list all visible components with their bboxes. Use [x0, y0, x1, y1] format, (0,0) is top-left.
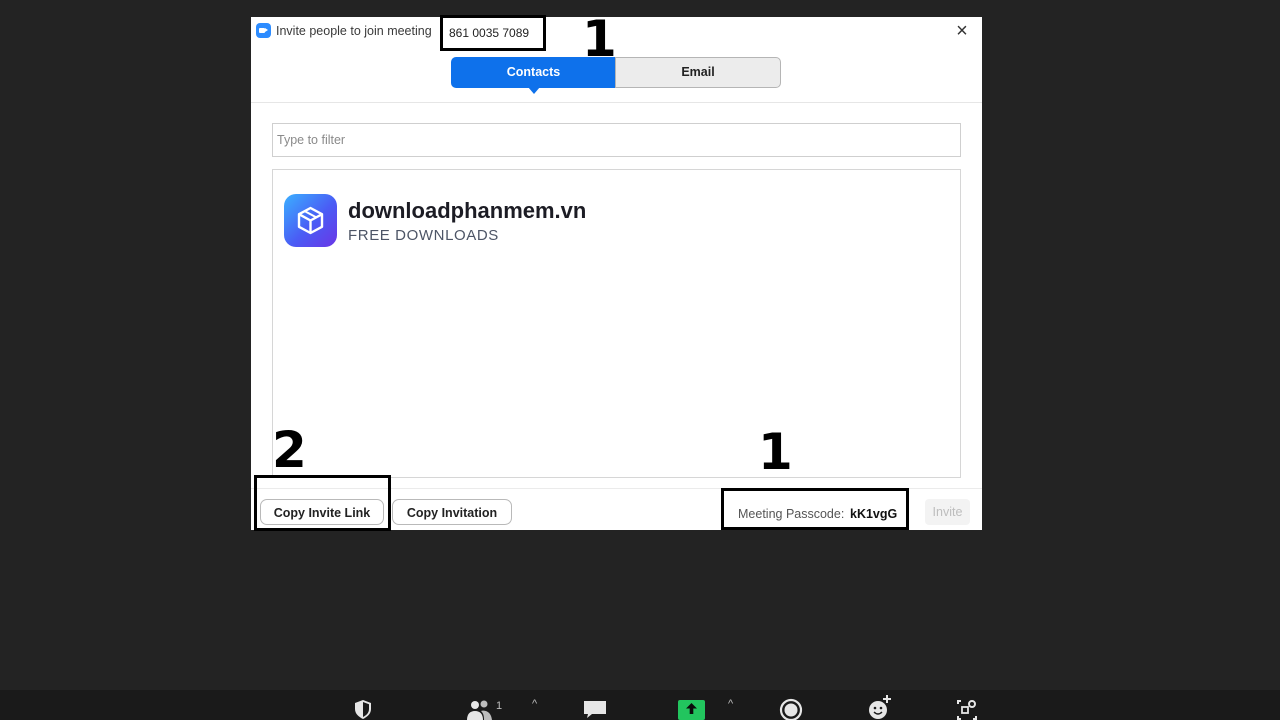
invite-button[interactable]: Invite — [925, 499, 970, 525]
participants-icon — [467, 700, 492, 720]
watermark-title: downloadphanmem.vn — [348, 198, 587, 223]
participants-caret[interactable]: ^ — [532, 698, 537, 710]
annotation-number-meeting-id: 1 — [582, 10, 617, 68]
security-shield-icon — [355, 700, 371, 719]
reactions-icon — [869, 695, 891, 719]
dialog-title: Invite people to join meeting — [276, 24, 432, 38]
share-screen-button[interactable] — [678, 690, 705, 720]
apps-button[interactable] — [955, 690, 979, 720]
chat-button[interactable] — [583, 690, 607, 720]
contacts-list[interactable]: downloadphanmem.vn FREE DOWNLOADS — [272, 169, 961, 478]
annotation-number-passcode: 1 — [758, 423, 793, 481]
tab-email[interactable]: Email — [615, 57, 781, 88]
watermark-subtitle: FREE DOWNLOADS — [348, 227, 499, 244]
reactions-button[interactable] — [866, 690, 892, 720]
participants-count: 1 — [496, 700, 503, 712]
apps-icon — [957, 700, 977, 720]
invite-dialog: Invite people to join meeting 861 0035 7… — [251, 10, 982, 531]
copy-invitation-button[interactable]: Copy Invitation — [392, 499, 512, 525]
security-button[interactable] — [352, 690, 374, 720]
chat-icon — [584, 701, 606, 718]
annotation-number-copy-link: 2 — [272, 421, 307, 479]
share-screen-icon — [678, 700, 705, 720]
record-icon — [779, 698, 803, 720]
passcode-value: kK1vgG — [850, 507, 898, 521]
box-icon — [297, 206, 324, 235]
participants-button[interactable] — [465, 690, 493, 720]
copy-invite-link-button[interactable]: Copy Invite Link — [260, 499, 384, 525]
close-button[interactable]: × — [952, 21, 972, 42]
passcode-label: Meeting Passcode: — [738, 507, 845, 521]
zoom-app-icon — [256, 23, 271, 38]
watermark-logo — [284, 194, 337, 247]
filter-input[interactable] — [272, 123, 961, 157]
meeting-toolbar: 1 ^ ^ — [0, 690, 1280, 720]
meeting-passcode: Meeting Passcode: kK1vgG — [721, 488, 909, 530]
share-caret[interactable]: ^ — [728, 698, 733, 710]
record-button[interactable] — [778, 690, 804, 720]
